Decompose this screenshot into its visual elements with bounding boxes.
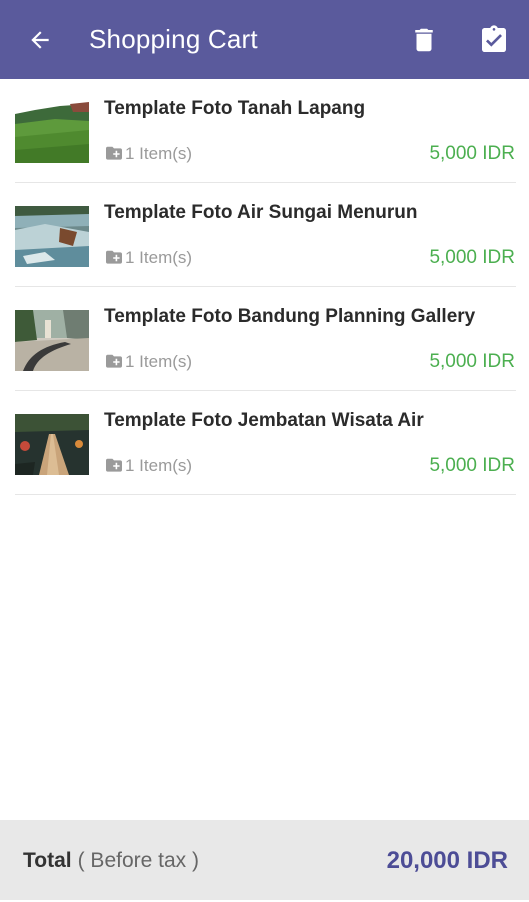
river-rapids-thumbnail — [15, 206, 89, 267]
folder-plus-icon — [104, 457, 124, 475]
folder-plus-icon — [104, 353, 124, 371]
item-quantity: 1 Item(s) — [104, 247, 192, 269]
quantity-label: 1 Item(s) — [125, 248, 193, 267]
item-quantity: 1 Item(s) — [104, 455, 192, 477]
page-title: Shopping Cart — [89, 24, 258, 54]
park-pathway-thumbnail — [15, 310, 89, 371]
item-name: Template Foto Air Sungai Menurun — [104, 202, 418, 223]
item-quantity: 1 Item(s) — [104, 143, 192, 165]
item-price: 5,000 IDR — [429, 247, 515, 268]
total-sublabel: ( Before tax ) — [77, 849, 199, 872]
total-value: 20,000 IDR — [386, 847, 508, 874]
clipboard-check-icon — [482, 25, 506, 52]
arrow-back-icon — [31, 31, 49, 49]
folder-plus-icon — [104, 145, 124, 163]
back-button[interactable] — [22, 22, 58, 58]
item-name: Template Foto Bandung Planning Gallery — [104, 306, 476, 327]
cart-list: Template Foto Tanah Lapang 1 Item(s) 5,0… — [0, 79, 529, 495]
trash-icon — [415, 28, 433, 52]
total-label-group: Total( Before tax ) — [23, 820, 199, 902]
item-name: Template Foto Jembatan Wisata Air — [104, 410, 424, 431]
quantity-label: 1 Item(s) — [125, 456, 193, 475]
cart-item[interactable]: Template Foto Air Sungai Menurun 1 Item(… — [0, 183, 529, 287]
clear-cart-button[interactable] — [404, 20, 444, 60]
item-price: 5,000 IDR — [429, 143, 515, 164]
item-name: Template Foto Tanah Lapang — [104, 98, 366, 119]
item-quantity: 1 Item(s) — [104, 351, 192, 373]
app-bar: Shopping Cart — [0, 0, 529, 79]
item-price: 5,000 IDR — [429, 351, 515, 372]
wooden-bridge-thumbnail — [15, 414, 89, 475]
quantity-label: 1 Item(s) — [125, 144, 193, 163]
total-bar: Total( Before tax ) 20,000 IDR — [0, 820, 529, 900]
divider — [15, 494, 516, 495]
cart-item[interactable]: Template Foto Tanah Lapang 1 Item(s) 5,0… — [0, 79, 529, 183]
item-price: 5,000 IDR — [429, 455, 515, 476]
green-field-thumbnail — [15, 102, 89, 163]
folder-plus-icon — [104, 249, 124, 267]
cart-item[interactable]: Template Foto Jembatan Wisata Air 1 Item… — [0, 391, 529, 495]
cart-item[interactable]: Template Foto Bandung Planning Gallery 1… — [0, 287, 529, 391]
checkout-button[interactable] — [474, 20, 514, 60]
total-label: Total — [23, 849, 72, 872]
quantity-label: 1 Item(s) — [125, 352, 193, 371]
